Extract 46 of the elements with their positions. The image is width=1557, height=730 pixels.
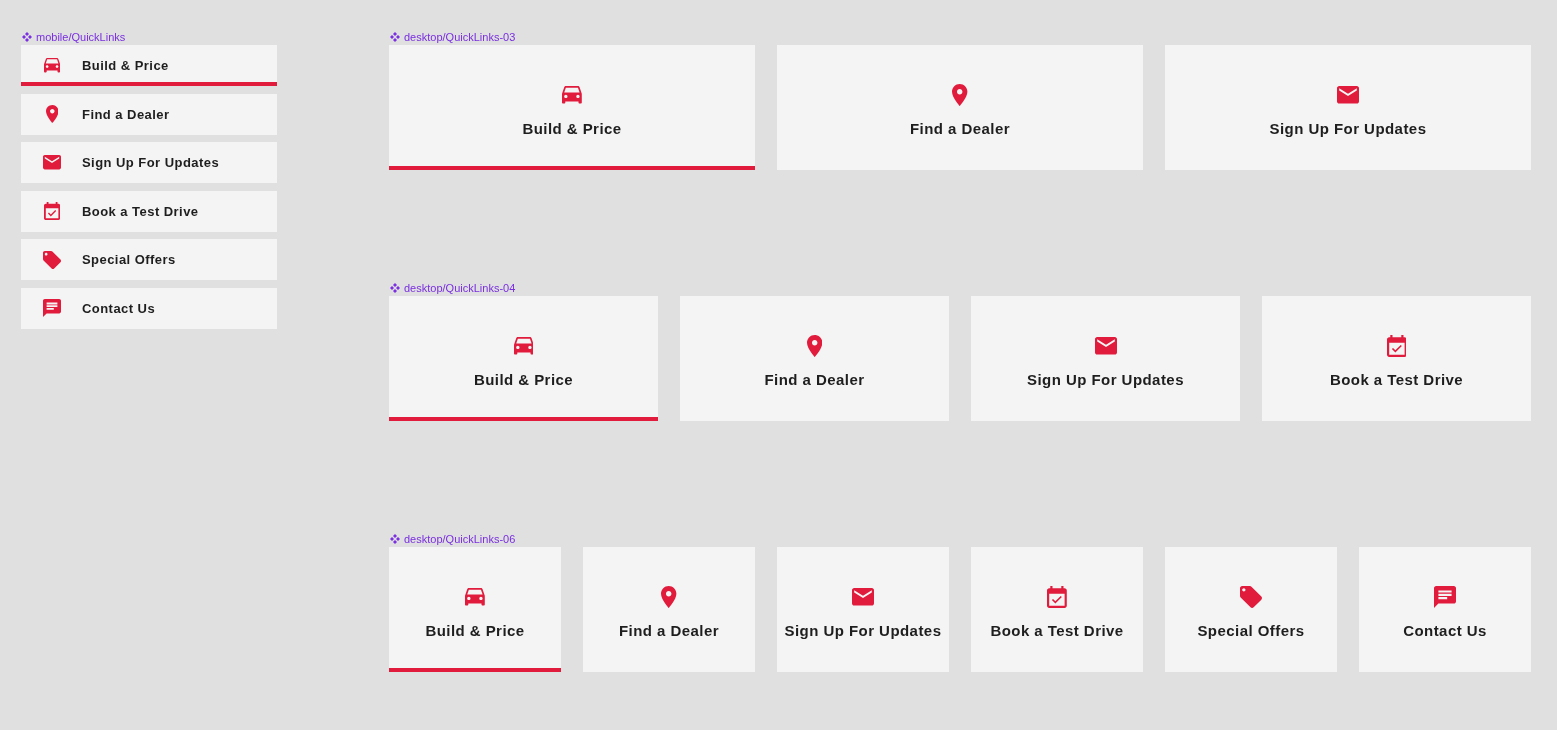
envelope-icon bbox=[1094, 337, 1117, 355]
envelope-icon bbox=[1337, 86, 1359, 104]
envelope-icon bbox=[852, 588, 874, 606]
calendar-check-icon bbox=[1386, 335, 1407, 357]
quick-link-card[interactable]: Contact Us bbox=[1359, 547, 1531, 672]
quick-link-card[interactable]: Sign Up For Updates bbox=[971, 296, 1240, 421]
component-label: desktop/QuickLinks-04 bbox=[404, 281, 516, 295]
quick-link-card[interactable]: Book a Test Drive bbox=[971, 547, 1143, 672]
quick-link-card[interactable]: Special Offers bbox=[1165, 547, 1337, 672]
quick-link-card[interactable]: Find a Dealer bbox=[583, 547, 755, 672]
map-pin-icon bbox=[45, 105, 59, 124]
car-icon bbox=[562, 86, 582, 104]
quick-link-card[interactable]: Build & Price bbox=[389, 45, 755, 170]
calendar-check-icon bbox=[1047, 586, 1067, 608]
map-pin-icon bbox=[806, 335, 823, 357]
quick-link-item[interactable]: Book a Test Drive bbox=[21, 190, 277, 232]
quick-link-card[interactable]: Find a Dealer bbox=[680, 296, 949, 421]
quick-link-card[interactable]: Sign Up For Updates bbox=[777, 547, 949, 672]
quick-link-card[interactable]: Build & Price bbox=[389, 547, 561, 672]
quick-link-card[interactable]: Build & Price bbox=[389, 296, 658, 421]
quick-link-item[interactable]: Special Offers bbox=[21, 239, 277, 281]
quick-link-item[interactable]: Find a Dealer bbox=[21, 93, 277, 135]
map-pin-icon bbox=[952, 84, 968, 106]
car-icon bbox=[465, 588, 485, 606]
tag-icon bbox=[43, 250, 61, 269]
component-icon bbox=[390, 283, 400, 293]
car-icon bbox=[43, 58, 61, 73]
quick-link-item[interactable]: Contact Us bbox=[21, 287, 277, 329]
component-label: desktop/QuickLinks-03 bbox=[404, 30, 516, 44]
quick-link-card[interactable]: Find a Dealer bbox=[777, 45, 1143, 170]
envelope-icon bbox=[43, 155, 61, 170]
component-label: desktop/QuickLinks-06 bbox=[404, 532, 516, 546]
component-label: mobile/QuickLinks bbox=[36, 30, 126, 44]
component-icon bbox=[22, 32, 32, 42]
quick-link-item[interactable]: Sign Up For Updates bbox=[21, 142, 277, 184]
chat-icon bbox=[43, 299, 61, 318]
component-icon bbox=[390, 32, 400, 42]
map-pin-icon bbox=[661, 586, 677, 608]
quick-link-card[interactable]: Sign Up For Updates bbox=[1165, 45, 1531, 170]
tag-icon bbox=[1240, 586, 1262, 608]
component-icon bbox=[390, 534, 400, 544]
car-icon bbox=[513, 337, 534, 355]
quick-link-item[interactable]: Build & Price bbox=[21, 45, 277, 86]
calendar-check-icon bbox=[43, 202, 61, 221]
chat-icon bbox=[1434, 586, 1456, 608]
quick-link-card[interactable]: Book a Test Drive bbox=[1262, 296, 1531, 421]
